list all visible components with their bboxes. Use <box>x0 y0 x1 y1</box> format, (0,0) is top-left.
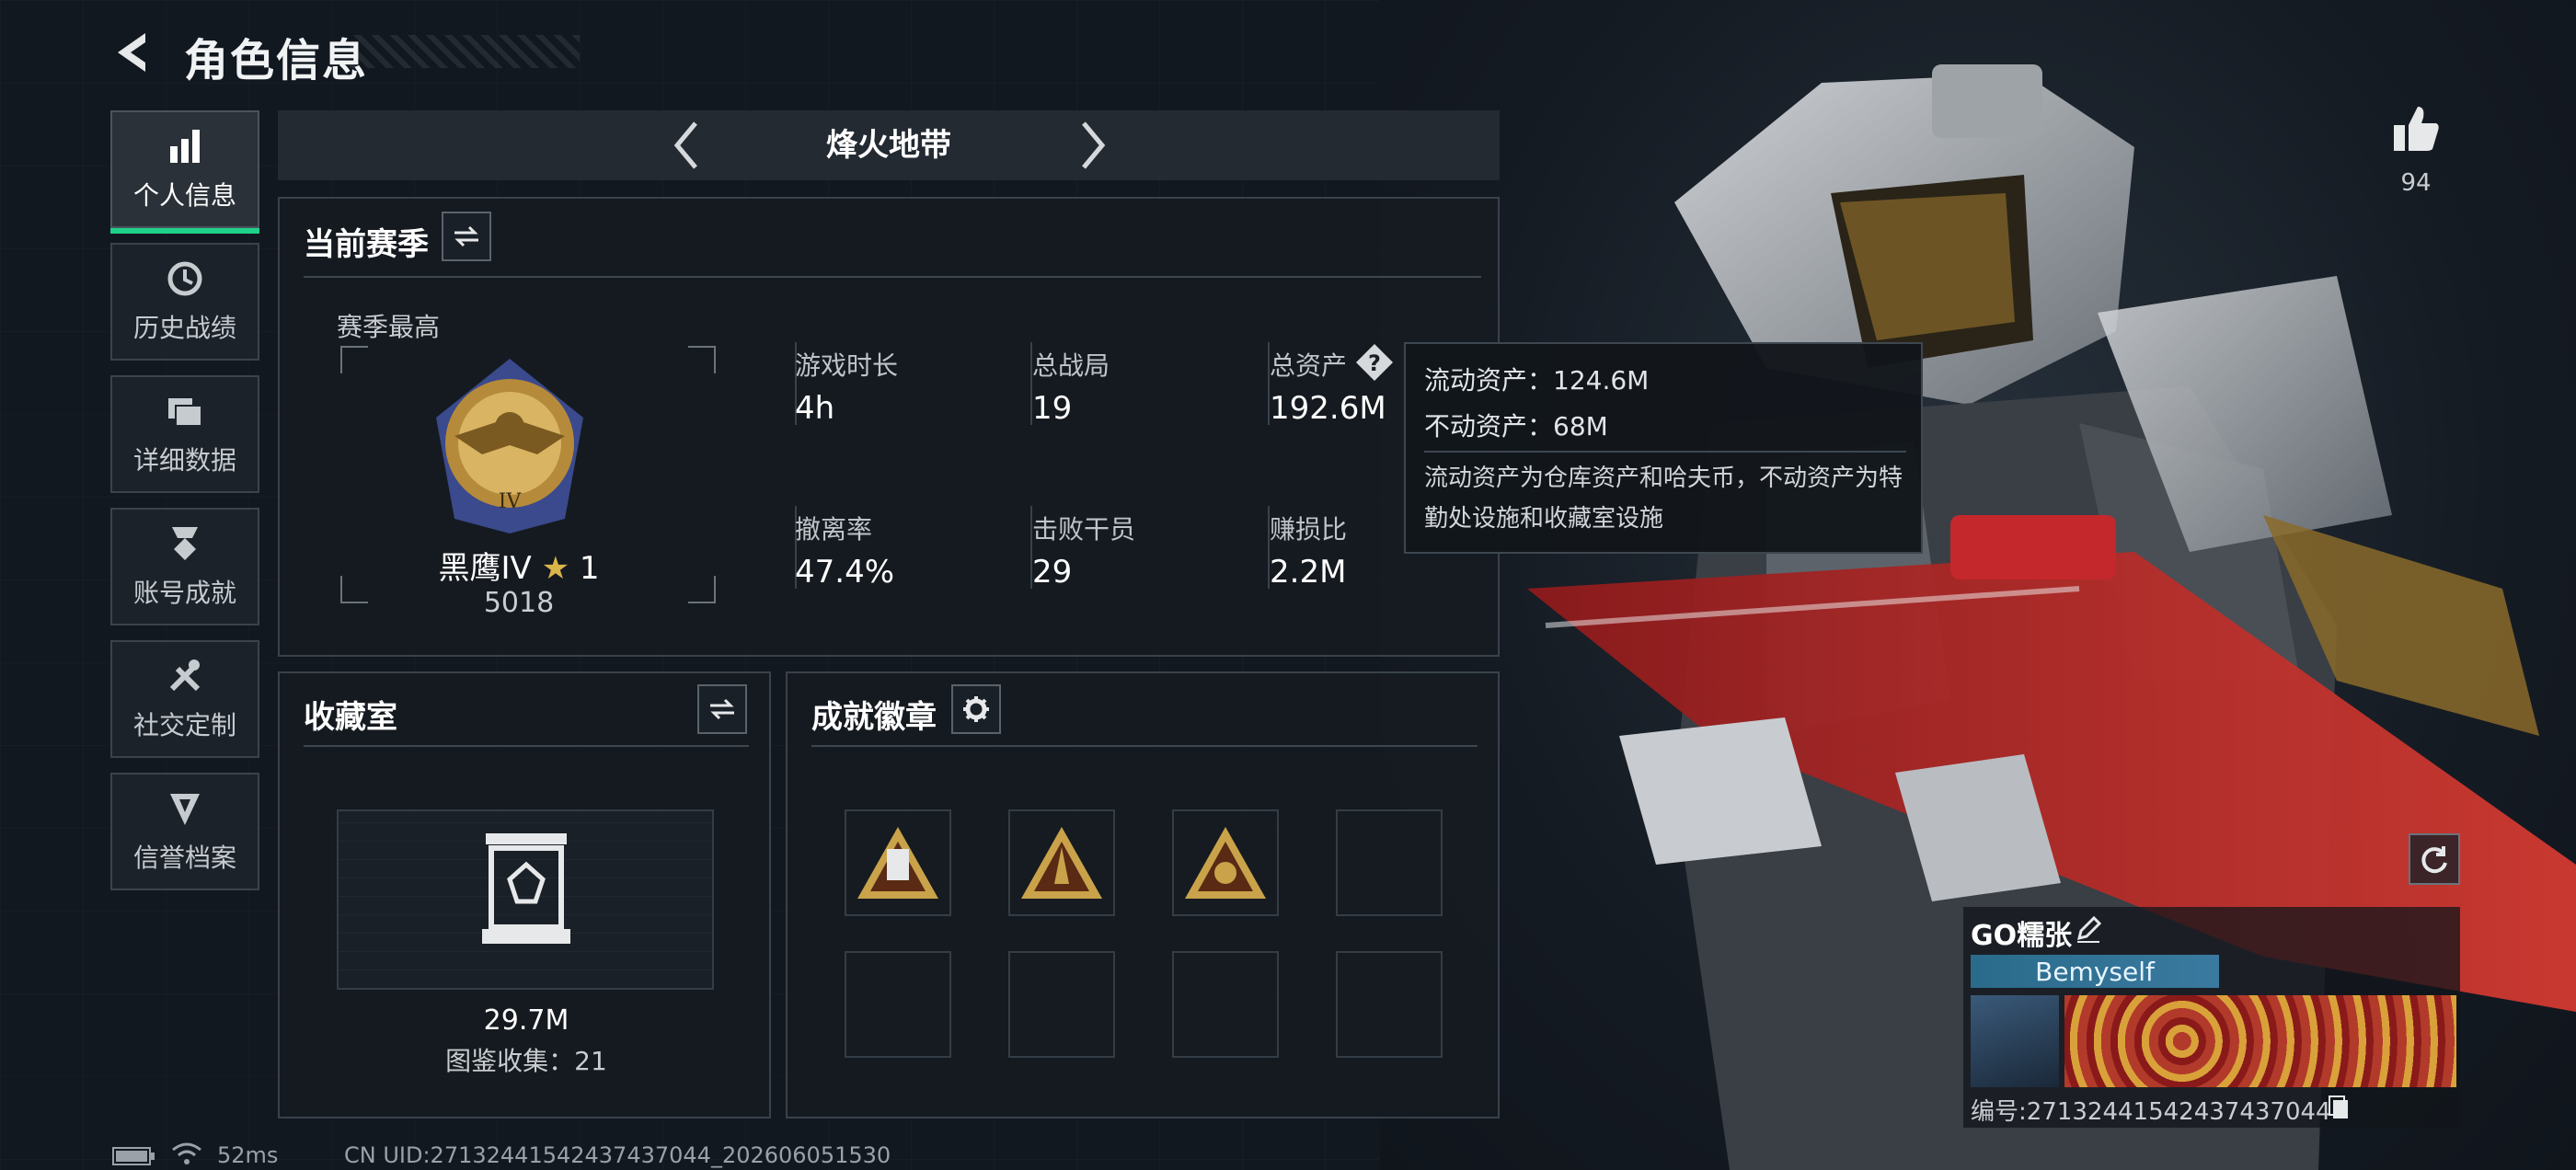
season-switch-button[interactable] <box>442 212 491 261</box>
folder-stack-icon <box>168 398 202 427</box>
stat-value-play-time: 4h <box>795 390 835 427</box>
achievement-badge-slot-empty[interactable] <box>1336 951 1443 1058</box>
achievement-badges-panel: 成就徽章 <box>786 671 1500 1118</box>
copy-icon[interactable] <box>2328 1095 2352 1122</box>
page-title: 角色信息 <box>184 35 369 86</box>
stat-label-total-matches: 总战局 <box>1032 350 1110 381</box>
collection-count: 图鉴收集：21 <box>445 1046 607 1076</box>
help-icon[interactable]: ? <box>1354 342 1395 383</box>
achievement-badge-slot-empty[interactable] <box>1172 951 1279 1058</box>
display-case-icon <box>482 833 570 944</box>
back-arrow-icon[interactable] <box>109 28 158 77</box>
wifi-icon <box>172 1142 201 1164</box>
sidebar-item-label: 详细数据 <box>132 445 236 476</box>
rank-name: 黑鹰IV <box>438 550 532 587</box>
sidebar-item-label: 信誉档案 <box>132 843 236 873</box>
sidebar-item-social[interactable]: 社交定制 <box>110 640 259 758</box>
edit-pencil-icon[interactable] <box>2074 914 2103 944</box>
season-panel-title: 当前赛季 <box>304 226 429 263</box>
badge-triangle-emblem-icon <box>857 827 938 899</box>
like-count: 94 <box>2400 169 2432 197</box>
tooltip-fixed-assets: 不动资产：68M <box>1424 411 1608 442</box>
tools-icon <box>169 660 201 692</box>
gear-icon <box>963 696 989 722</box>
achievement-badge-slot[interactable] <box>1008 809 1115 916</box>
panel-divider <box>304 276 1481 278</box>
assets-tooltip: 流动资产：124.6M 不动资产：68M 流动资产为仓库资产和哈夫币，不动资产为… <box>1404 342 1923 554</box>
collection-switch-button[interactable] <box>697 684 747 734</box>
badge-triangle-emblem-icon <box>1021 827 1102 899</box>
history-clock-icon <box>167 261 202 296</box>
badge-triangle-emblem-icon <box>1185 827 1266 899</box>
panel-divider <box>811 745 1478 747</box>
stat-label-play-time: 游戏时长 <box>795 350 899 381</box>
shield-badge-icon <box>170 794 200 825</box>
star-icon: ★ <box>541 550 570 587</box>
stat-label-profit-ratio: 赚损比 <box>1270 514 1348 545</box>
sidebar-item-achievements[interactable]: 账号成就 <box>110 508 259 625</box>
current-season-panel: 当前赛季 赛季最高 IV 黑鹰IV ★ 1 5018 游戏时长 4h 总战局 1… <box>278 197 1500 657</box>
frame-corner <box>688 346 716 373</box>
player-card[interactable]: GO糯张 Bemyself 编号:2713244154243743​7044 <box>1963 907 2460 1128</box>
season-best-label: 赛季最高 <box>337 312 441 342</box>
svg-text:IV: IV <box>499 490 523 513</box>
stat-value-profit-ratio: 2.2M <box>1270 554 1347 591</box>
sidebar-item-reputation[interactable]: 信誉档案 <box>110 773 259 890</box>
mode-next-button[interactable] <box>1075 118 1111 173</box>
achievement-badge-slot[interactable] <box>1172 809 1279 916</box>
sidebar-item-label: 个人信息 <box>132 180 236 211</box>
sidebar-item-personal-info[interactable]: 个人信息 <box>110 110 259 234</box>
achievement-badge-slot[interactable] <box>845 809 951 916</box>
stat-value-kills: 29 <box>1032 554 1073 591</box>
collection-value: 29.7M <box>483 1004 569 1037</box>
mode-title: 烽火地带 <box>826 127 951 164</box>
rank-points: 5018 <box>483 587 555 619</box>
achievement-badge-slot-empty[interactable] <box>1008 951 1115 1058</box>
achievements-title: 成就徽章 <box>811 699 937 736</box>
achievement-badge-slot-empty[interactable] <box>1336 809 1443 916</box>
sidebar-item-label: 历史战绩 <box>132 313 236 343</box>
rank-emblem-icon: IV <box>436 359 583 533</box>
player-nameplate-banner <box>2064 995 2456 1087</box>
stat-value-total-matches: 19 <box>1032 390 1073 427</box>
panel-divider <box>304 745 749 747</box>
collection-panel: 收藏室 29.7M 图鉴收集：21 <box>278 671 771 1118</box>
rotate-view-button[interactable] <box>2409 833 2460 885</box>
tooltip-liquid-assets: 流动资产：124.6M <box>1424 365 1650 396</box>
sidebar-item-label: 社交定制 <box>132 710 236 740</box>
client-uid: CN UID:27132441542437437044_202606051530 <box>344 1142 891 1168</box>
player-tag: Bemyself <box>2035 957 2155 987</box>
title-decoration <box>350 35 580 68</box>
bar-chart-icon <box>170 130 200 163</box>
ping-latency: 52ms <box>217 1142 279 1168</box>
rotate-icon <box>2421 846 2447 874</box>
tooltip-divider <box>1424 451 1906 453</box>
stat-label-kills: 击败干员 <box>1032 514 1136 545</box>
sidebar-item-history[interactable]: 历史战绩 <box>110 243 259 361</box>
sidebar-item-detailed-data[interactable]: 详细数据 <box>110 375 259 493</box>
player-avatar[interactable] <box>1971 995 2059 1087</box>
frame-corner <box>340 346 368 373</box>
tooltip-note: 流动资产为仓库资产和哈夫币，不动资产为特勤处设施和收藏室设施 <box>1424 465 1903 533</box>
player-name: GO糯张 <box>1971 920 2073 952</box>
stat-label-extraction-rate: 撤离率 <box>795 514 873 545</box>
achievements-settings-button[interactable] <box>951 684 1001 734</box>
medal-icon <box>172 527 198 560</box>
achievement-badge-slot-empty[interactable] <box>845 951 951 1058</box>
swap-arrows-icon <box>454 225 478 247</box>
stat-value-total-assets: 192.6M <box>1270 390 1386 427</box>
rank-title: 黑鹰IV ★ 1 <box>335 543 703 588</box>
swap-arrows-icon <box>710 698 734 720</box>
rank-stars: 1 <box>579 550 600 587</box>
sidebar-item-label: 账号成就 <box>132 578 236 608</box>
svg-text:?: ? <box>1368 350 1381 376</box>
thumbs-up-icon[interactable] <box>2390 103 2442 155</box>
battery-icon <box>112 1147 155 1165</box>
collection-title: 收藏室 <box>304 699 397 736</box>
stat-value-extraction-rate: 47.4% <box>795 554 895 591</box>
player-id: 编号:2713244154243743​7044 <box>1971 1098 2331 1126</box>
stat-label-total-assets: 总资产 <box>1270 350 1348 381</box>
